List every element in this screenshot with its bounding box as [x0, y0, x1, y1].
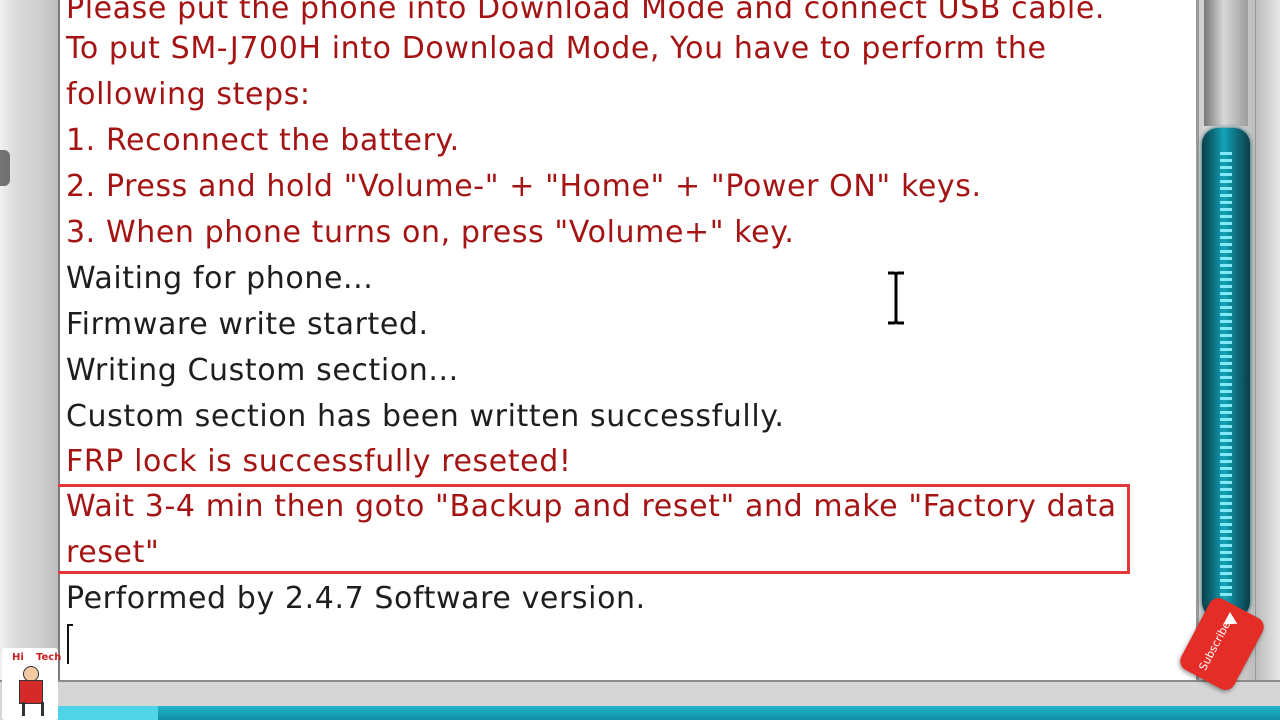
i-beam-cursor-icon	[888, 271, 904, 325]
log-line: Firmware write started.	[66, 307, 429, 342]
progress-bar	[58, 706, 1280, 720]
log-line: 1. Reconnect the battery.	[66, 123, 460, 158]
scrollbar-thumb-grip	[1220, 152, 1232, 598]
log-line: Custom section has been written successf…	[66, 399, 785, 434]
log-line: Writing Custom section...	[66, 353, 459, 388]
log-output-panel[interactable]: Please put the phone into Download Mode …	[58, 0, 1198, 680]
text-caret	[67, 624, 73, 664]
log-line-software-version: Performed by 2.4.7 Software version.	[66, 581, 646, 616]
highlighted-instruction: Wait 3-4 min then goto "Backup and reset…	[66, 489, 1117, 570]
frame-notch	[0, 150, 10, 186]
progress-bar-highlight	[58, 706, 158, 720]
log-line: following steps:	[66, 77, 311, 112]
window-left-frame	[0, 0, 58, 720]
logo-text-tech: Tech	[36, 652, 62, 663]
mascot-body	[19, 680, 43, 704]
window-right-frame	[1256, 0, 1280, 720]
scrollbar-track-upper[interactable]	[1204, 0, 1248, 126]
subscribe-label: Subscribe	[1196, 618, 1234, 673]
log-line: To put SM-J700H into Download Mode, You …	[66, 31, 1047, 66]
log-line: 3. When phone turns on, press "Volume+" …	[66, 215, 795, 250]
log-line-frp-reset: FRP lock is successfully reseted!	[66, 444, 572, 479]
scrollbar-thumb[interactable]	[1202, 128, 1250, 618]
log-line: Waiting for phone...	[66, 261, 374, 296]
mascot-legs	[22, 702, 44, 716]
screen: Please put the phone into Download Mode …	[0, 0, 1280, 720]
logo-text-hi: Hi	[12, 652, 24, 663]
channel-logo: Hi Tech	[2, 648, 62, 720]
log-line: 2. Press and hold "Volume-" + "Home" + "…	[66, 169, 982, 204]
